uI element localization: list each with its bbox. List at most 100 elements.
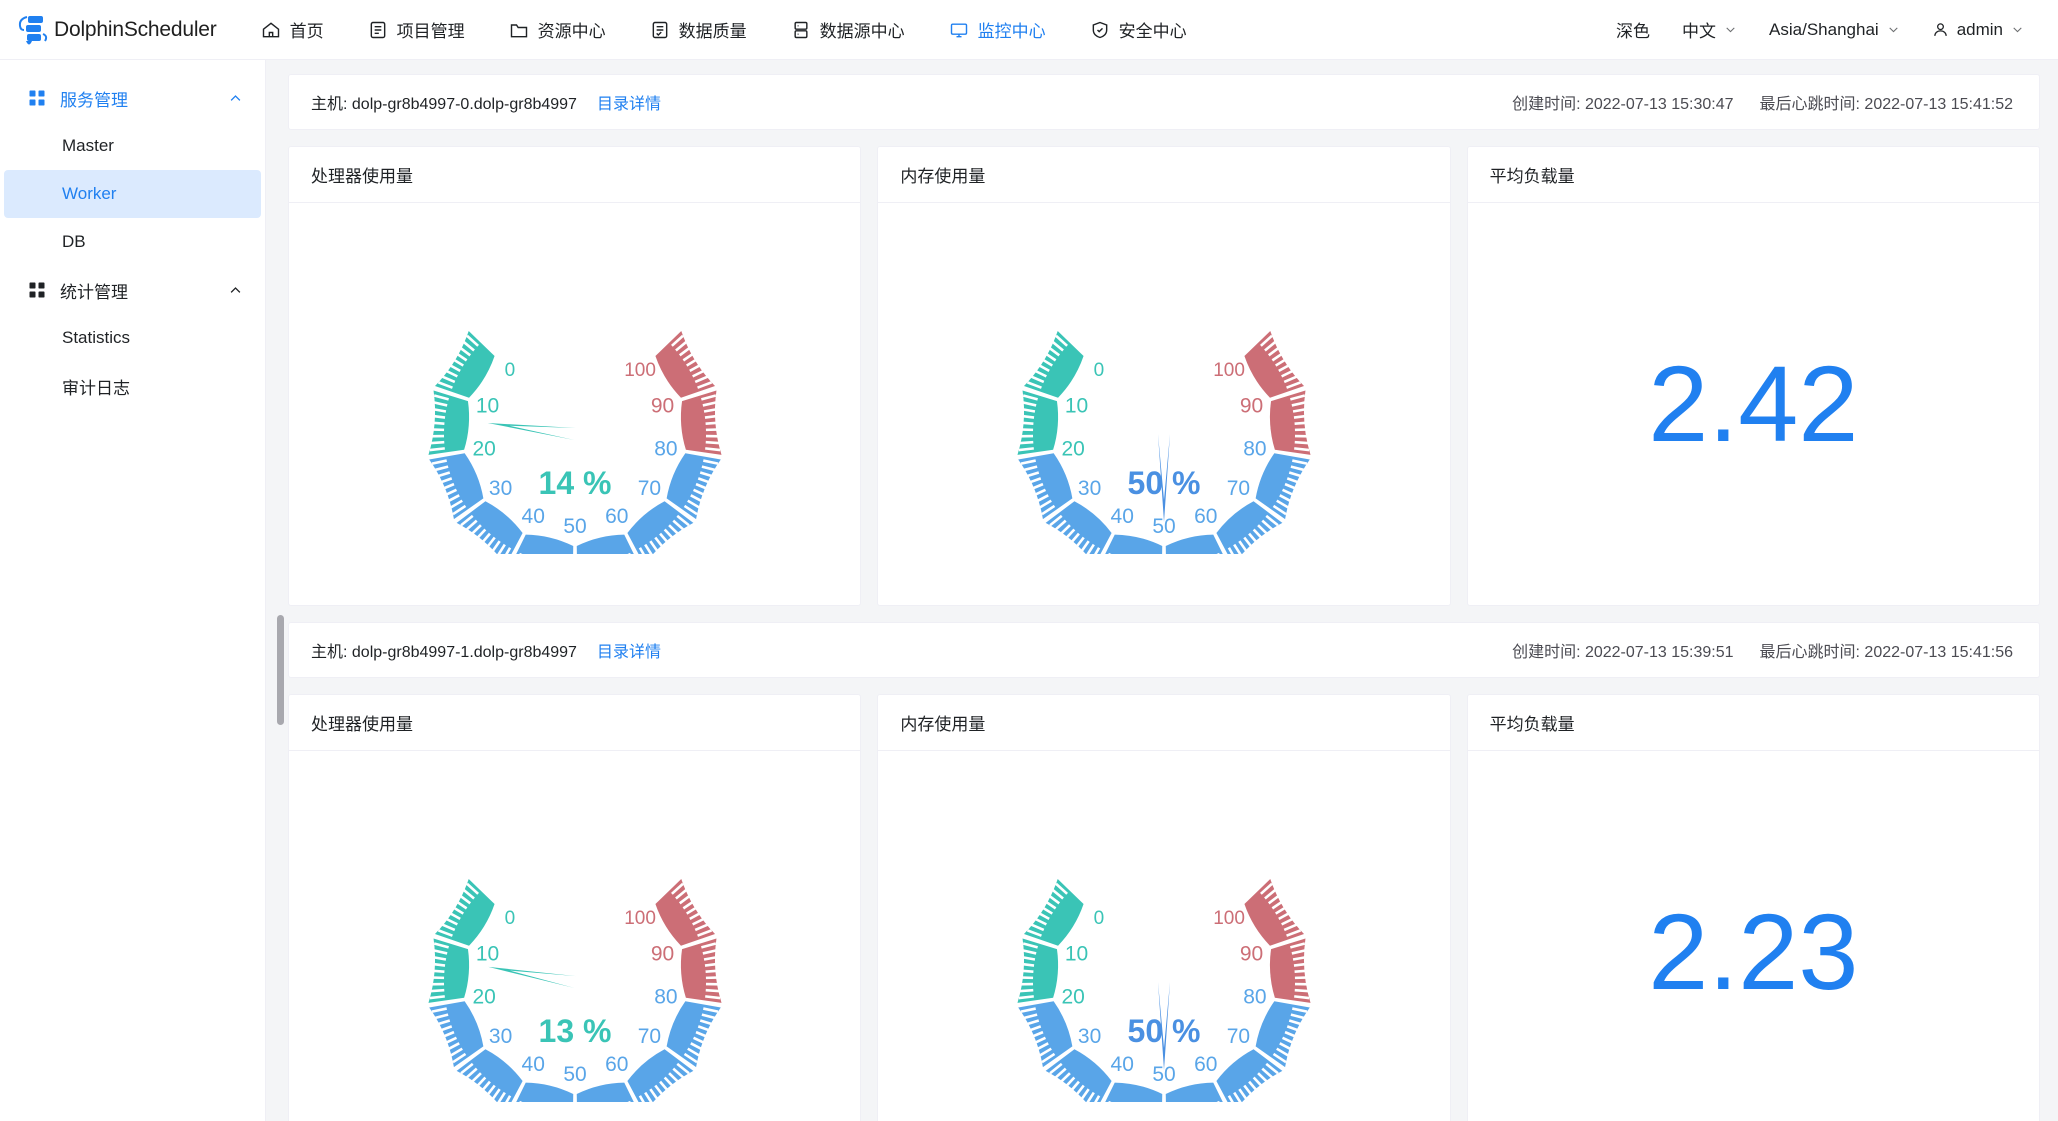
gauge-tick-label: 10 — [475, 943, 498, 966]
gauge-tick — [705, 971, 720, 972]
gauge-tick-label: 100 — [624, 908, 656, 929]
timezone-selector[interactable]: Asia/Shanghai — [1753, 0, 1916, 60]
nav-label: 项目管理 — [397, 17, 465, 42]
sidebar-item-master[interactable]: Master — [4, 122, 261, 170]
datasource-icon — [791, 20, 811, 40]
sidebar-item-label: 审计日志 — [62, 374, 130, 399]
gauge-value-label: 50 % — [1128, 1013, 1201, 1049]
gauge-tick-label: 90 — [650, 943, 673, 966]
nav-item-monitor[interactable]: 监控中心 — [927, 0, 1068, 60]
sidebar-item-db[interactable]: DB — [4, 218, 261, 266]
brand-name: DolphinScheduler — [54, 18, 217, 42]
top-navigation-bar: DolphinScheduler 首页 项目管理 资源中心 数据质量 — [0, 0, 2058, 60]
metric-card-row: 处理器使用量010203040506070809010013 %内存使用量010… — [288, 694, 2040, 1121]
user-icon — [1932, 21, 1949, 38]
nav-label: 数据源中心 — [820, 17, 905, 42]
gauge-tick-label: 20 — [1061, 437, 1084, 460]
load-average-value: 2.42 — [1648, 350, 1858, 458]
sidebar-group-statistics-management[interactable]: 统计管理 — [0, 266, 265, 314]
nav-item-security[interactable]: 安全中心 — [1068, 0, 1209, 60]
scrollbar-thumb[interactable] — [277, 615, 284, 725]
directory-detail-link[interactable]: 目录详情 — [597, 90, 661, 114]
sidebar-item-worker[interactable]: Worker — [4, 170, 261, 218]
nav-label: 资源中心 — [538, 17, 606, 42]
gauge-band-segment — [435, 879, 495, 946]
card-body: 2.23 — [1468, 751, 2039, 1121]
sidebar-group-service-management[interactable]: 服务管理 — [0, 74, 265, 122]
gauge-band-segment — [1244, 331, 1304, 398]
gauge-tick-label: 60 — [605, 1053, 628, 1076]
gauge-tick — [705, 442, 720, 443]
language-selector[interactable]: 中文 — [1666, 0, 1753, 60]
gauge-tick-label: 80 — [654, 437, 677, 460]
gauge-tick-label: 50 — [563, 515, 586, 538]
page-body: 服务管理 Master Worker DB 统计管理 Statistics 审计… — [0, 60, 2058, 1121]
gauge-tick-label: 20 — [472, 437, 495, 460]
gauge-tick-label: 80 — [654, 985, 677, 1008]
nav-item-home[interactable]: 首页 — [239, 0, 346, 60]
nav-item-project[interactable]: 项目管理 — [346, 0, 487, 60]
gauge-tick — [1294, 448, 1309, 450]
gauge-value-label: 13 % — [538, 1013, 611, 1049]
gauge-tick — [1294, 996, 1309, 998]
cpu-usage-card: 处理器使用量010203040506070809010013 % — [288, 694, 861, 1121]
sidebar-group-label: 服务管理 — [60, 86, 228, 111]
grid-icon — [28, 281, 46, 299]
user-menu[interactable]: admin — [1916, 0, 2040, 60]
content-scrollbar[interactable] — [274, 60, 288, 1121]
card-title: 处理器使用量 — [289, 695, 860, 751]
gauge-tick-label: 0 — [504, 360, 515, 381]
host-timestamps: 创建时间: 2022-07-13 15:39:51最后心跳时间: 2022-07… — [1512, 638, 2013, 662]
gauge-tick-label: 70 — [1227, 477, 1250, 500]
gauge-needle — [488, 967, 576, 988]
host-name: 主机: dolp-gr8b4997-1.dolp-gr8b4997 — [311, 638, 577, 662]
data-quality-icon — [650, 20, 670, 40]
card-body: 010203040506070809010050 % — [878, 203, 1449, 605]
gauge-tick-label: 30 — [1078, 1025, 1101, 1048]
card-title: 内存使用量 — [878, 147, 1449, 203]
chevron-up-icon — [228, 283, 243, 298]
gauge-tick — [429, 971, 444, 972]
gauge-tick-label: 70 — [637, 477, 660, 500]
directory-detail-link[interactable]: 目录详情 — [597, 638, 661, 662]
gauge-tick — [1295, 971, 1310, 972]
brand[interactable]: DolphinScheduler — [0, 10, 217, 50]
sidebar-item-statistics[interactable]: Statistics — [4, 314, 261, 362]
gauge-tick-label: 90 — [1240, 395, 1263, 418]
cpu-gauge: 010203040506070809010014 % — [405, 254, 745, 554]
chevron-up-icon — [228, 91, 243, 106]
monitor-icon — [949, 20, 969, 40]
created-time: 创建时间: 2022-07-13 15:39:51 — [1512, 638, 1733, 662]
gauge-tick-label: 90 — [650, 395, 673, 418]
gauge-tick-label: 10 — [1065, 395, 1088, 418]
sidebar-item-label: Master — [62, 136, 114, 156]
gauge-tick-label: 80 — [1243, 437, 1266, 460]
nav-item-datasource[interactable]: 数据源中心 — [769, 0, 927, 60]
gauge-tick-label: 70 — [637, 1025, 660, 1048]
sidebar-group-label: 统计管理 — [60, 278, 228, 303]
gauge-tick-label: 100 — [1213, 908, 1245, 929]
gauge-tick — [429, 423, 444, 424]
nav-item-data-quality[interactable]: 数据质量 — [628, 0, 769, 60]
gauge-tick-label: 60 — [1194, 1053, 1217, 1076]
memory-usage-card: 内存使用量010203040506070809010050 % — [877, 694, 1450, 1121]
gauge-tick-label: 20 — [472, 985, 495, 1008]
dolphin-logo-icon — [14, 10, 54, 50]
gauge-tick-label: 100 — [1213, 360, 1245, 381]
nav-item-resource[interactable]: 资源中心 — [487, 0, 628, 60]
heartbeat-time: 最后心跳时间: 2022-07-13 15:41:52 — [1760, 90, 2013, 114]
gauge-tick-label: 40 — [1111, 505, 1134, 528]
host-name: 主机: dolp-gr8b4997-0.dolp-gr8b4997 — [311, 90, 577, 114]
sidebar-item-audit-log[interactable]: 审计日志 — [4, 362, 261, 410]
chevron-down-icon — [1724, 23, 1737, 36]
gauge-tick — [1019, 448, 1034, 450]
chevron-down-icon — [1887, 23, 1900, 36]
theme-toggle[interactable]: 深色 — [1600, 0, 1666, 60]
card-title: 平均负载量 — [1468, 695, 2039, 751]
gauge-tick — [705, 990, 720, 991]
card-title: 内存使用量 — [878, 695, 1449, 751]
card-body: 010203040506070809010014 % — [289, 203, 860, 605]
metric-card-row: 处理器使用量010203040506070809010014 %内存使用量010… — [288, 146, 2040, 606]
gauge-tick — [430, 996, 445, 998]
gauge-tick-label: 20 — [1061, 985, 1084, 1008]
